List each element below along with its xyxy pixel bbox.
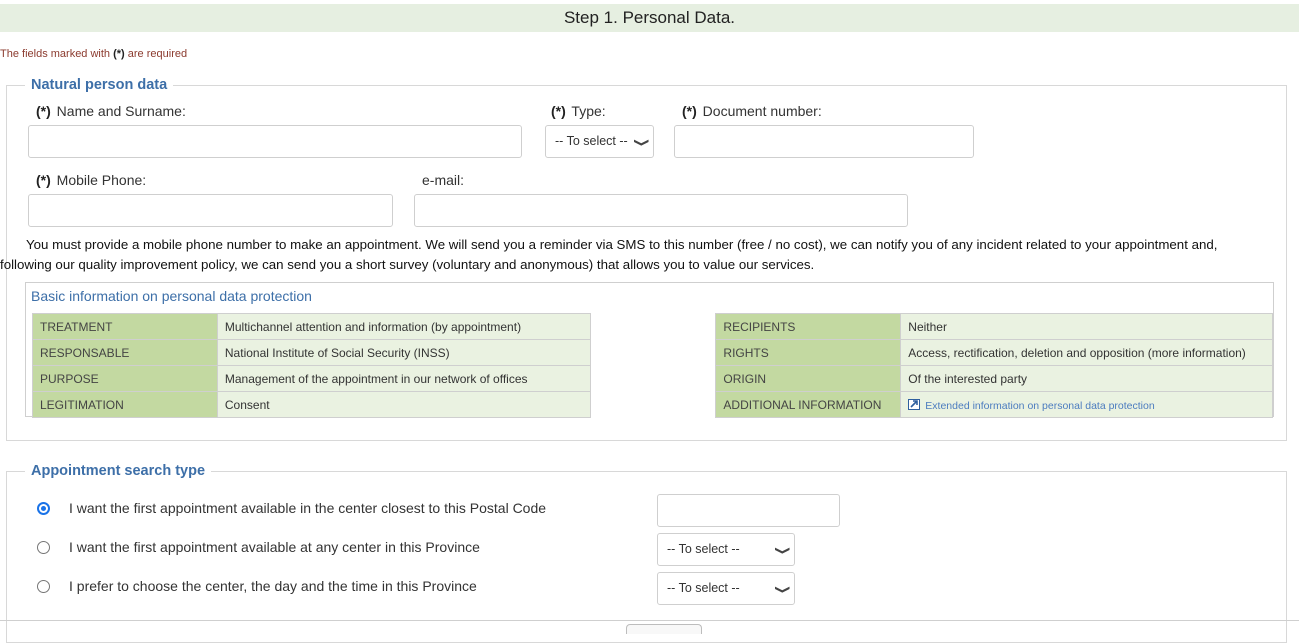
province-select-value: -- To select -- [667, 542, 740, 556]
email-label: e-mail: [422, 172, 465, 188]
chevron-down-icon: ❯ [774, 545, 790, 556]
required-fields-note: The fields marked with (*) are required [0, 48, 188, 60]
data-protection-box: Basic information on personal data prote… [25, 282, 1274, 418]
choose-center-label: I prefer to choose the center, the day a… [69, 578, 477, 594]
mobile-phone-label: (*) Mobile Phone: [36, 172, 147, 188]
table-key: PURPOSE [32, 365, 218, 392]
search-type-legend: Appointment search type [31, 463, 206, 479]
document-type-value: -- To select -- [555, 134, 628, 148]
postal-code-input[interactable] [657, 494, 840, 527]
table-key: ADDITIONAL INFORMATION [715, 391, 902, 418]
chevron-down-icon: ❯ [633, 137, 649, 148]
province-select-any-center[interactable]: -- To select -- ❯ [657, 533, 795, 566]
name-surname-input[interactable] [28, 125, 522, 158]
table-value: Of the interested party [900, 365, 1273, 392]
continue-button[interactable] [626, 624, 702, 634]
table-value: National Institute of Social Security (I… [216, 339, 591, 366]
table-value: Extended information on personal data pr… [900, 391, 1273, 418]
table-key: ORIGIN [715, 365, 902, 392]
external-link-icon [908, 398, 921, 410]
postal-code-option-label: I want the first appointment available i… [69, 500, 547, 516]
extended-info-link[interactable]: Extended information on personal data pr… [908, 398, 1155, 412]
table-row: TREATMENT Multichannel attention and inf… [32, 313, 1273, 418]
table-value: Management of the appointment in our net… [216, 365, 591, 392]
table-key: LEGITIMATION [32, 391, 218, 418]
email-input[interactable] [414, 194, 908, 227]
table-spacer [589, 313, 717, 418]
province-any-center-radio[interactable] [37, 541, 50, 554]
postal-code-radio[interactable] [37, 502, 50, 515]
table-key: TREATMENT [32, 313, 218, 340]
sms-notice: You must provide a mobile phone number t… [0, 237, 1218, 272]
mobile-phone-input[interactable] [28, 194, 393, 227]
document-number-label: (*) Document number: [682, 103, 822, 119]
table-key: RIGHTS [715, 339, 902, 366]
province-select-value: -- To select -- [667, 581, 740, 595]
province-any-center-label: I want the first appointment available a… [69, 539, 480, 555]
choose-center-radio[interactable] [37, 580, 50, 593]
natural-person-legend: Natural person data [31, 77, 168, 93]
chevron-down-icon: ❯ [774, 584, 790, 595]
table-value: Neither [900, 313, 1273, 340]
table-value: Consent [216, 391, 591, 418]
step-header: Step 1. Personal Data. [0, 4, 1299, 32]
province-select-choose-center[interactable]: -- To select -- ❯ [657, 572, 795, 605]
type-label: (*) Type: [551, 103, 606, 119]
data-protection-table: TREATMENT Multichannel attention and inf… [32, 313, 1273, 418]
table-key: RESPONSABLE [32, 339, 218, 366]
name-surname-label: (*) Name and Surname: [36, 103, 186, 119]
table-value: Access, rectification, deletion and oppo… [900, 339, 1273, 366]
table-key: RECIPIENTS [715, 313, 902, 340]
data-protection-title: Basic information on personal data prote… [31, 288, 312, 304]
document-type-select[interactable]: -- To select -- ❯ [545, 125, 654, 158]
divider [0, 620, 1299, 621]
document-number-input[interactable] [674, 125, 974, 158]
table-value: Multichannel attention and information (… [216, 313, 591, 340]
